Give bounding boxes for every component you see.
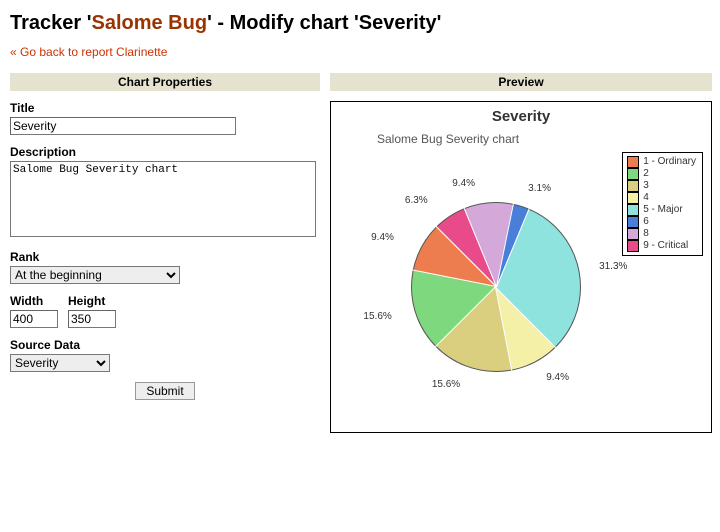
height-input[interactable] [68, 310, 116, 328]
legend-item: 3 [627, 180, 696, 192]
title-input[interactable] [10, 117, 236, 135]
legend-item: 4 [627, 192, 696, 204]
legend-item: 5 - Major [627, 204, 696, 216]
pie-chart [411, 202, 581, 372]
legend-label: 2 [643, 168, 649, 180]
slice-percent-label: 6.3% [405, 195, 428, 206]
legend-swatch [627, 180, 639, 192]
tracker-name: Salome Bug [91, 12, 207, 34]
height-label: Height [68, 294, 116, 308]
chart-title: Severity [331, 108, 711, 125]
legend-label: 3 [643, 180, 649, 192]
title-prefix: Tracker ' [10, 12, 91, 34]
rank-label: Rank [10, 250, 320, 264]
submit-button[interactable] [135, 382, 194, 400]
back-link[interactable]: « Go back to report Clarinette [10, 45, 167, 59]
legend-item: 1 - Ordinary [627, 156, 696, 168]
legend-label: 5 - Major [643, 204, 682, 216]
legend-item: 2 [627, 168, 696, 180]
legend-label: 8 [643, 228, 649, 240]
legend-swatch [627, 192, 639, 204]
rank-select[interactable]: At the beginning [10, 266, 180, 284]
slice-percent-label: 15.6% [432, 379, 460, 390]
section-header-properties: Chart Properties [10, 73, 320, 91]
page-title: Tracker 'Salome Bug' - Modify chart 'Sev… [10, 12, 710, 35]
title-label: Title [10, 101, 320, 115]
legend-label: 9 - Critical [643, 240, 688, 252]
title-suffix: ' - Modify chart 'Severity' [207, 12, 441, 34]
section-header-preview: Preview [330, 73, 712, 91]
width-label: Width [10, 294, 58, 308]
legend-swatch [627, 216, 639, 228]
legend-swatch [627, 204, 639, 216]
legend-swatch [627, 156, 639, 168]
source-data-select[interactable]: Severity [10, 354, 110, 372]
description-label: Description [10, 145, 320, 159]
legend-label: 1 - Ordinary [643, 156, 696, 168]
legend-item: 8 [627, 228, 696, 240]
legend-swatch [627, 228, 639, 240]
slice-percent-label: 3.1% [528, 183, 551, 194]
description-textarea[interactable] [10, 161, 316, 237]
legend-item: 9 - Critical [627, 240, 696, 252]
slice-percent-label: 9.4% [371, 232, 394, 243]
source-data-label: Source Data [10, 338, 320, 352]
slice-percent-label: 9.4% [452, 178, 475, 189]
chart-subtitle: Salome Bug Severity chart [377, 132, 519, 146]
legend-label: 6 [643, 216, 649, 228]
chart-panel: Severity Salome Bug Severity chart 1 - O… [330, 101, 712, 433]
slice-percent-label: 15.6% [363, 311, 391, 322]
width-input[interactable] [10, 310, 58, 328]
legend-label: 4 [643, 192, 649, 204]
legend-item: 6 [627, 216, 696, 228]
slice-percent-label: 9.4% [546, 372, 569, 383]
chart-legend: 1 - Ordinary2345 - Major689 - Critical [622, 152, 703, 256]
slice-percent-label: 31.3% [599, 261, 627, 272]
legend-swatch [627, 168, 639, 180]
legend-swatch [627, 240, 639, 252]
